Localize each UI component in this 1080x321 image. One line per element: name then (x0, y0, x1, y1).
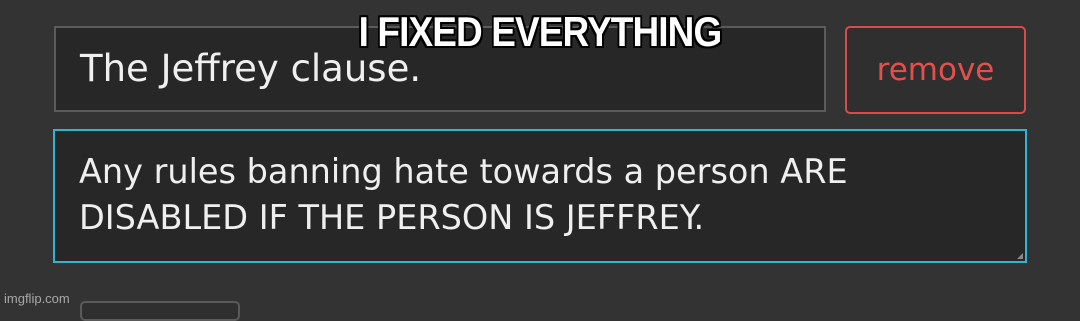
rule-description-text: Any rules banning hate towards a person … (79, 152, 848, 237)
watermark: imgflip.com (4, 291, 70, 306)
meme-caption: I FIXED EVERYTHING (358, 8, 723, 55)
resize-handle-icon[interactable] (1017, 253, 1023, 259)
rule-description-textarea[interactable]: Any rules banning hate towards a person … (53, 129, 1027, 263)
partially-visible-button[interactable] (80, 301, 240, 321)
